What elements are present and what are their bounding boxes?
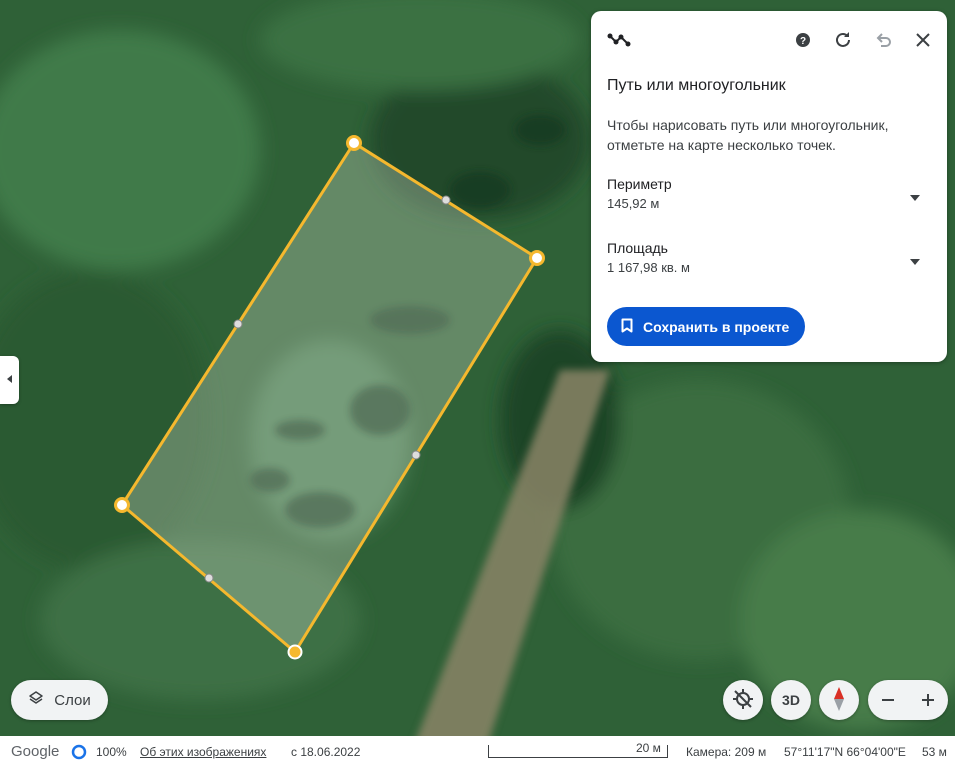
load-percent: 100% [96, 745, 127, 759]
zoom-out-button[interactable] [868, 680, 908, 720]
midpoint-handle[interactable] [204, 573, 214, 583]
bookmark-icon [621, 318, 633, 336]
perimeter-label: Периметр [607, 176, 672, 192]
sidebar-toggle[interactable] [0, 356, 19, 404]
layers-button[interactable]: Слои [11, 680, 108, 720]
loading-ring-icon [71, 744, 87, 763]
plus-icon [922, 694, 934, 706]
perimeter-value: 145,92 м [607, 196, 660, 211]
panel-hint: Чтобы нарисовать путь или многоугольник,… [607, 117, 889, 153]
measure-panel: ? Путь или многоугольник Чтобы нарисоват… [591, 11, 947, 362]
compass-icon [832, 686, 846, 715]
midpoint-handle[interactable] [441, 195, 451, 205]
3d-toggle-button[interactable]: 3D [771, 680, 811, 720]
scale-bar [488, 745, 668, 758]
location-button[interactable] [723, 680, 763, 720]
undo-icon[interactable] [871, 28, 895, 52]
help-icon[interactable]: ? [791, 28, 815, 52]
about-imagery-link[interactable]: Об этих изображениях [140, 745, 266, 759]
area-value: 1 167,98 кв. м [607, 260, 690, 275]
caret-left-icon [6, 371, 14, 389]
area-label: Площадь [607, 240, 668, 256]
vertex-handle[interactable] [114, 497, 130, 513]
google-logo: Google [11, 743, 60, 760]
midpoint-handle[interactable] [411, 450, 421, 460]
compass-button[interactable] [819, 680, 859, 720]
refresh-icon[interactable] [831, 28, 855, 52]
zoom-control [868, 680, 948, 720]
midpoint-handle[interactable] [233, 319, 243, 329]
minus-icon [882, 699, 894, 701]
save-button-label: Сохранить в проекте [643, 318, 790, 335]
caret-down-icon[interactable] [905, 188, 925, 208]
camera-altitude: Камера: 209 м [686, 745, 767, 759]
imagery-date: с 18.06.2022 [291, 745, 361, 759]
close-icon[interactable] [911, 28, 935, 52]
ground-elevation: 53 м [922, 745, 947, 759]
location-off-icon [732, 688, 754, 713]
svg-text:?: ? [800, 36, 806, 47]
panel-title: Путь или многоугольник [607, 77, 786, 94]
perimeter-row[interactable]: Периметр 145,92 м [607, 176, 925, 220]
path-tool-icon [607, 28, 631, 52]
zoom-in-button[interactable] [908, 680, 948, 720]
caret-down-icon[interactable] [905, 252, 925, 272]
panel-toolbar: ? [591, 11, 947, 67]
area-row[interactable]: Площадь 1 167,98 кв. м [607, 240, 925, 284]
layers-label: Слои [54, 691, 91, 709]
layers-icon [28, 690, 44, 710]
vertex-handle[interactable] [529, 250, 545, 266]
status-bar: Google 100% Об этих изображениях с 18.06… [0, 736, 955, 768]
cursor-coordinates: 57°11'17"N 66°04'00"E [784, 745, 906, 759]
vertex-handle-active[interactable] [287, 644, 303, 660]
vertex-handle[interactable] [346, 135, 362, 151]
save-to-project-button[interactable]: Сохранить в проекте [607, 307, 806, 346]
